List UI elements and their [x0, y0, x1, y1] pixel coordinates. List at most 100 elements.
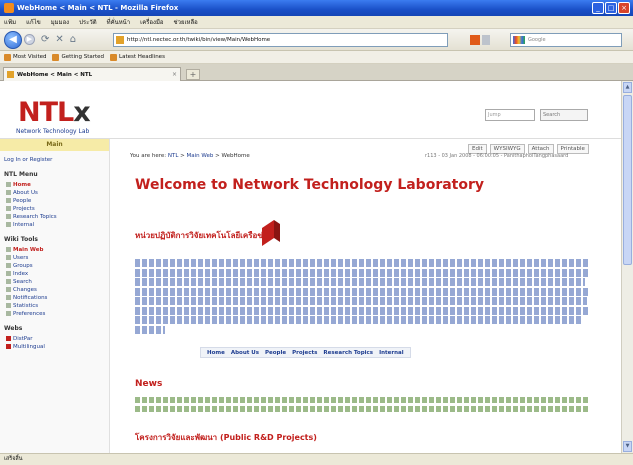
logo-subtitle: Network Technology Lab	[16, 128, 90, 135]
sidebar-item-multilingual[interactable]: Multilingual	[6, 343, 103, 350]
close-button[interactable]: ×	[618, 2, 630, 14]
bookmarks-toolbar: Most Visited Getting Started Latest Head…	[0, 51, 633, 64]
navigation-toolbar: ◀ ▶ ⟳ ✕ ⌂ http://ntl.nectec.or.th/twiki/…	[0, 29, 633, 51]
dropdown-icon[interactable]	[482, 35, 490, 45]
ntl-logo[interactable]: NTLx	[18, 99, 91, 126]
sidebar-item-distpar[interactable]: DistPar	[6, 335, 103, 342]
bullet-icon	[6, 287, 11, 292]
bullet-icon	[6, 303, 11, 308]
sidebar-item-notifications[interactable]: Notifications	[6, 294, 103, 301]
left-sidebar: Main Log In or Register NTL Menu Home Ab…	[0, 139, 110, 453]
webs-title: Webs	[4, 325, 23, 332]
site-favicon	[116, 36, 124, 44]
quick-link-about[interactable]: About Us	[231, 350, 259, 356]
bookmark-most-visited[interactable]: Most Visited	[4, 53, 46, 61]
maximize-button[interactable]: □	[605, 2, 617, 14]
rss-icon	[110, 53, 118, 61]
scroll-up-icon[interactable]: ▲	[623, 82, 632, 93]
sidebar-item-projects[interactable]: Projects	[6, 205, 103, 212]
bullet-icon	[6, 271, 11, 276]
sidebar-item-internal[interactable]: Internal	[6, 221, 103, 228]
breadcrumb-main-web[interactable]: Main Web	[187, 153, 214, 159]
ntl-menu-title: NTL Menu	[4, 171, 38, 178]
quick-links-bar: Home About Us People Projects Research T…	[200, 347, 411, 358]
sidebar-item-index[interactable]: Index	[6, 270, 103, 277]
sidebar-item-statistics[interactable]: Statistics	[6, 302, 103, 309]
site-jump-input[interactable]: Jump	[485, 109, 535, 121]
menu-history[interactable]: ประวัติ	[79, 17, 97, 27]
tab-close-icon[interactable]: ×	[172, 71, 177, 78]
sidebar-item-preferences[interactable]: Preferences	[6, 310, 103, 317]
news-heading: News	[135, 379, 163, 389]
thai-heading: หน่วยปฏิบัติการวิจัยเทคโนโลยีเครือข่าย	[135, 231, 272, 240]
vertical-scrollbar[interactable]: ▲ ▼	[621, 81, 633, 453]
bookmark-icon	[52, 53, 60, 61]
web-page: NTLx Network Technology Lab Jump Search …	[0, 81, 621, 453]
scroll-thumb[interactable]	[623, 95, 632, 265]
reload-icon[interactable]: ⟳	[41, 34, 49, 45]
bookmark-icon	[4, 53, 11, 61]
menu-tools[interactable]: เครื่องมือ	[140, 17, 163, 27]
breadcrumb-current: WebHome	[221, 153, 250, 159]
quick-link-people[interactable]: People	[265, 350, 286, 356]
firefox-icon	[4, 3, 14, 13]
text-line	[135, 287, 590, 296]
menu-bookmarks[interactable]: ที่คั่นหน้า	[107, 17, 131, 27]
bullet-icon	[6, 190, 11, 195]
bullet-icon	[6, 279, 11, 284]
login-link[interactable]: Log In or Register	[4, 157, 105, 163]
bullet-icon	[6, 263, 11, 268]
rss-star-controls[interactable]	[470, 33, 500, 47]
google-icon	[513, 36, 525, 44]
bullet-icon	[6, 182, 11, 187]
menu-help[interactable]: ช่วยเหลือ	[174, 17, 198, 27]
quick-link-internal[interactable]: Internal	[379, 350, 404, 356]
news-text-line[interactable]	[135, 406, 590, 412]
bullet-icon	[6, 311, 11, 316]
home-icon[interactable]: ⌂	[70, 34, 76, 45]
bullet-icon	[6, 222, 11, 227]
sidebar-item-main-web[interactable]: Main Web	[6, 246, 103, 253]
text-line	[135, 268, 590, 277]
wiki-tools-title: Wiki Tools	[4, 236, 38, 243]
url-bar[interactable]: http://ntl.nectec.or.th/twiki/bin/view/M…	[113, 33, 448, 47]
search-bar[interactable]: Google	[510, 33, 622, 47]
tab-webhome[interactable]: WebHome < Main < NTL ×	[3, 67, 181, 81]
sidebar-item-users[interactable]: Users	[6, 254, 103, 261]
stop-icon[interactable]: ✕	[55, 34, 63, 45]
sidebar-item-home[interactable]: Home	[6, 181, 103, 188]
tab-bar: WebHome < Main < NTL × +	[0, 64, 633, 81]
main-content: You are here: NTL > Main Web > WebHome r…	[130, 139, 610, 453]
text-line	[135, 316, 583, 324]
status-bar: เสร็จสิ้น	[0, 453, 633, 465]
sidebar-item-about[interactable]: About Us	[6, 189, 103, 196]
quick-link-research[interactable]: Research Topics	[323, 350, 373, 356]
sidebar-item-changes[interactable]: Changes	[6, 286, 103, 293]
bullet-icon	[6, 255, 11, 260]
forward-button[interactable]: ▶	[24, 34, 35, 45]
quick-link-projects[interactable]: Projects	[292, 350, 317, 356]
text-line	[135, 306, 590, 315]
bookmark-getting-started[interactable]: Getting Started	[52, 53, 104, 61]
search-placeholder: Google	[528, 37, 546, 43]
minimize-button[interactable]: _	[592, 2, 604, 14]
quick-link-home[interactable]: Home	[207, 350, 225, 356]
site-search-input[interactable]: Search	[540, 109, 588, 121]
menu-edit[interactable]: แก้ไข	[26, 17, 41, 27]
back-button[interactable]: ◀	[4, 30, 22, 49]
sidebar-item-research[interactable]: Research Topics	[6, 213, 103, 220]
sidebar-item-people[interactable]: People	[6, 197, 103, 204]
bookmark-latest-headlines[interactable]: Latest Headlines	[110, 53, 165, 61]
ntl-mark-icon	[262, 220, 280, 246]
sidebar-item-groups[interactable]: Groups	[6, 262, 103, 269]
bullet-icon	[6, 206, 11, 211]
scroll-down-icon[interactable]: ▼	[623, 441, 632, 452]
news-text-line[interactable]	[135, 397, 590, 403]
menu-file[interactable]: แฟ้ม	[4, 17, 16, 27]
rss-icon[interactable]	[470, 35, 480, 45]
sidebar-item-search[interactable]: Search	[6, 278, 103, 285]
new-tab-button[interactable]: +	[186, 69, 200, 80]
breadcrumb-ntl[interactable]: NTL	[168, 153, 179, 159]
menu-view[interactable]: มุมมอง	[51, 17, 69, 27]
projects-heading: โครงการวิจัยและพัฒนา (Public R&D Project…	[135, 433, 317, 442]
